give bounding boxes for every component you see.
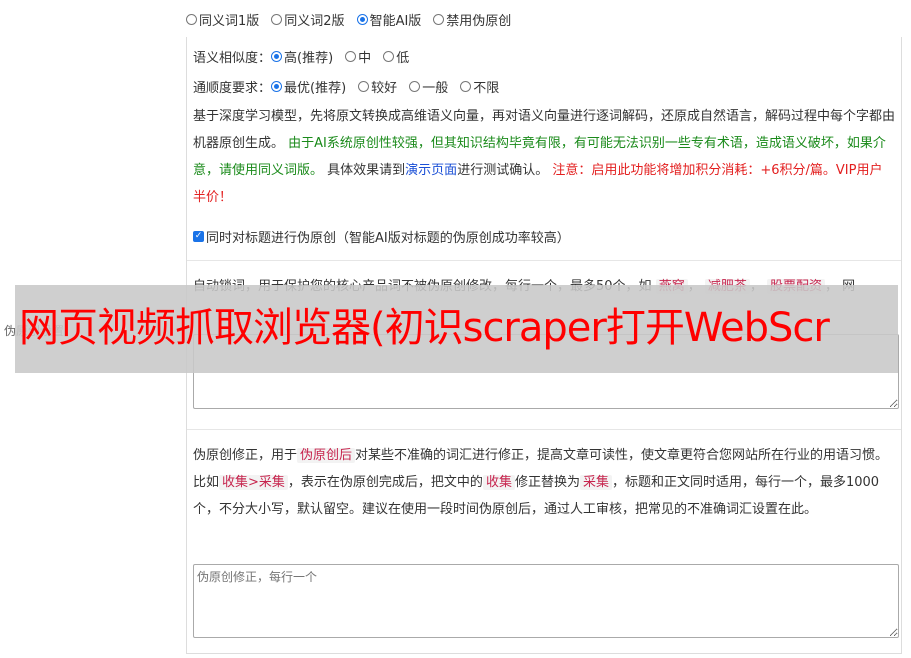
fluency-row: 通顺度要求： 最优(推荐) 较好 一般 不限 — [193, 77, 511, 96]
radio-icon — [271, 80, 283, 92]
fluency-any-radio[interactable]: 不限 — [460, 77, 499, 96]
ai-description: 基于深度学习模型，先将原文转换成高维语义向量，再对语义向量进行逐词解码，还原成自… — [193, 109, 896, 205]
fix-tag: 收集 — [482, 475, 515, 490]
fluency-label: 通顺度要求： — [193, 80, 272, 96]
similarity-high-radio[interactable]: 高(推荐) — [271, 47, 333, 66]
similarity-row: 语义相似度： 高(推荐) 中 低 — [193, 47, 421, 66]
similarity-mid-radio[interactable]: 中 — [345, 47, 371, 66]
demo-page-link[interactable]: 演示页面 — [405, 163, 457, 178]
overlay-text: 网页视频抓取浏览器(初识scraper打开WebScr — [19, 305, 830, 351]
similarity-low-radio[interactable]: 低 — [383, 47, 409, 66]
radio-icon — [186, 13, 197, 25]
radio-icon — [345, 50, 357, 62]
fluency-normal-radio[interactable]: 一般 — [409, 77, 448, 96]
radio-icon — [383, 50, 395, 62]
divider — [187, 429, 901, 430]
radio-icon — [358, 80, 370, 92]
fix-tag: 收集>采集 — [219, 475, 288, 490]
fluency-best-radio[interactable]: 最优(推荐) — [271, 77, 346, 96]
divider — [187, 260, 901, 261]
mode-radio-group: 同义词1版 同义词2版 智能AI版 禁用伪原创 — [186, 10, 523, 29]
mode-disable-radio[interactable]: 禁用伪原创 — [433, 10, 511, 29]
radio-icon — [271, 50, 283, 62]
radio-icon — [409, 80, 421, 92]
radio-icon — [433, 13, 445, 25]
mode-ai-radio[interactable]: 智能AI版 — [356, 10, 421, 29]
radio-icon — [460, 80, 472, 92]
title-overlay-banner: 网页视频抓取浏览器(初识scraper打开WebScr — [15, 285, 898, 373]
fix-tag: 伪原创后 — [297, 448, 356, 463]
similarity-label: 语义相似度： — [193, 50, 272, 66]
mode-synonym1-radio[interactable]: 同义词1版 — [186, 10, 259, 29]
checkmark-icon: ✓ — [193, 230, 204, 242]
fix-tag: 采集 — [579, 475, 612, 490]
fluency-good-radio[interactable]: 较好 — [358, 77, 397, 96]
radio-icon — [271, 13, 283, 25]
radio-icon — [356, 13, 368, 25]
fix-description: 伪原创修正，用于 伪原创后 对某些不准确的词汇进行修正，提高文章可读性，使文章更符合… — [193, 448, 889, 517]
fix-words-input[interactable] — [193, 564, 899, 638]
title-pseudo-checkbox[interactable]: ✓ 同时对标题进行伪原创（智能AI版对标题的伪原创成功率较高） — [193, 227, 570, 246]
mode-synonym2-radio[interactable]: 同义词2版 — [271, 10, 345, 29]
